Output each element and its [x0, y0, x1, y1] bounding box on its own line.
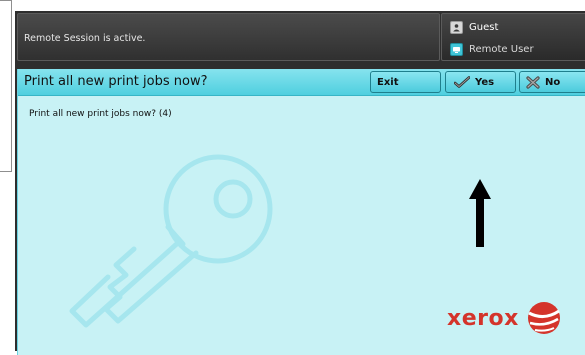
no-button[interactable]: No	[519, 71, 585, 93]
host-window-frame	[0, 0, 12, 172]
print-jobs-dialog: Print all new print jobs now? Exit Yes N…	[17, 69, 585, 355]
session-status-text: Remote Session is active.	[24, 33, 146, 44]
device-screen: Remote Session is active. Guest Remote U…	[15, 11, 585, 355]
checkmark-icon	[454, 76, 470, 88]
user-panel[interactable]: Guest Remote User	[441, 13, 585, 61]
exit-button[interactable]: Exit	[370, 71, 441, 93]
key-watermark-icon	[48, 149, 288, 343]
yes-button[interactable]: Yes	[445, 71, 516, 93]
up-arrow-indicator	[469, 179, 491, 251]
guest-user-icon	[450, 20, 463, 34]
remote-user-icon	[450, 42, 463, 56]
dialog-title-bar: Print all new print jobs now? Exit Yes N…	[18, 69, 585, 96]
xerox-sphere-logo-icon	[527, 301, 561, 335]
dialog-message: Print all new print jobs now? (4)	[29, 109, 172, 119]
no-button-label: No	[545, 76, 561, 88]
xerox-logo-wordmark: xerox	[447, 305, 519, 331]
exit-button-label: Exit	[377, 76, 399, 88]
remote-user-row[interactable]: Remote User	[450, 42, 534, 56]
yes-button-label: Yes	[475, 76, 495, 88]
guest-label: Guest	[469, 21, 499, 33]
status-bar: Remote Session is active.	[17, 13, 440, 61]
xerox-brand: xerox	[447, 301, 561, 335]
dialog-title: Print all new print jobs now?	[24, 74, 208, 89]
remote-user-label: Remote User	[469, 43, 534, 55]
x-icon	[526, 75, 540, 89]
user-guest-row[interactable]: Guest	[450, 20, 498, 34]
